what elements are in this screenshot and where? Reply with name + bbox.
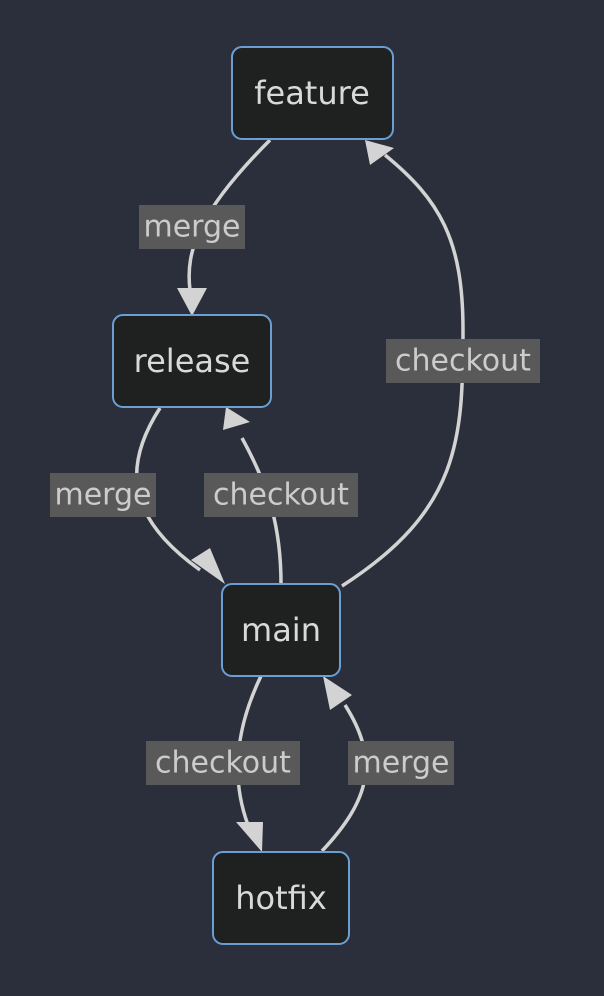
edge-label-text: checkout	[395, 344, 531, 379]
edge-label-release-main: merge	[50, 473, 156, 517]
arrowhead-icon	[223, 407, 250, 430]
node-label: feature	[254, 74, 370, 112]
node-main[interactable]: main	[221, 583, 341, 677]
node-hotfix[interactable]: hotfix	[212, 851, 350, 945]
edge-label-text: merge	[55, 478, 152, 513]
arrowhead-icon	[323, 676, 352, 710]
edge-label-main-hotfix: checkout	[146, 741, 300, 785]
arrowhead-icon	[236, 822, 263, 852]
edge-label-text: checkout	[213, 478, 349, 513]
flowchart-diagram: merge merge checkout checkout checkout m…	[50, 46, 540, 945]
node-label: hotfix	[235, 879, 327, 917]
edge-label-hotfix-main: merge	[348, 741, 454, 785]
edge-label-feature-release: merge	[139, 205, 245, 249]
arrowhead-icon	[365, 140, 394, 165]
node-feature[interactable]: feature	[231, 46, 394, 140]
edge-label-text: checkout	[155, 746, 291, 781]
node-label: release	[134, 342, 251, 380]
edge-label-main-release: checkout	[204, 473, 358, 517]
edge-label-main-feature: checkout	[386, 339, 540, 383]
edge-label-text: merge	[353, 746, 450, 781]
edge-label-text: merge	[144, 210, 241, 245]
edge-labels: merge merge checkout checkout checkout m…	[50, 205, 540, 785]
node-release[interactable]: release	[112, 314, 272, 408]
node-label: main	[241, 611, 321, 649]
arrowhead-icon	[177, 288, 207, 316]
